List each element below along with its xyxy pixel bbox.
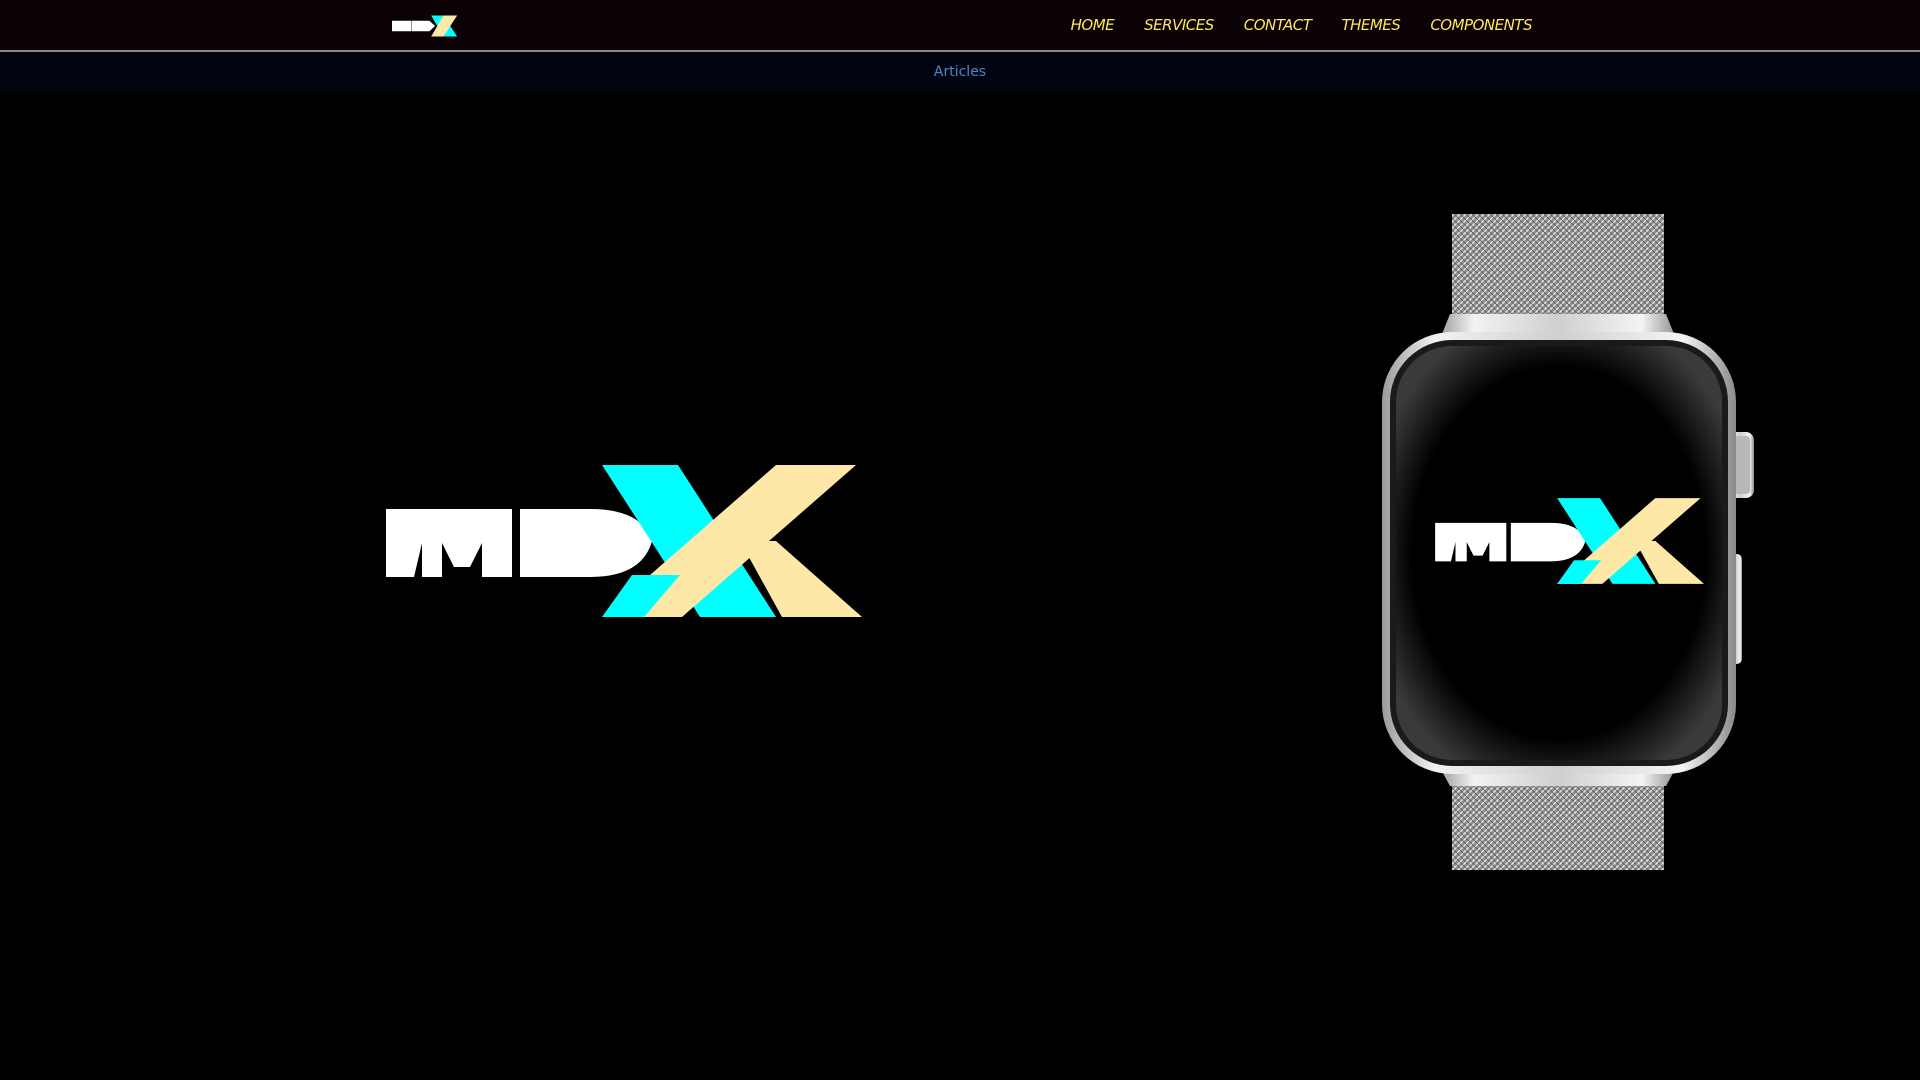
top-navbar: HOME SERVICES CONTACT THEMES COMPONENTS (0, 0, 1920, 52)
watch-band-top (1452, 214, 1664, 324)
main-menu: HOME SERVICES CONTACT THEMES COMPONENTS (1041, 0, 1533, 50)
nav-themes-link[interactable]: THEMES (1341, 16, 1400, 34)
logo-letter-m (386, 509, 512, 577)
nav-components-link[interactable]: COMPONENTS (1430, 16, 1532, 34)
logo-letter-d (520, 509, 652, 577)
nav-services-link[interactable]: SERVICES (1144, 16, 1214, 34)
mdx-hero-logo (386, 465, 862, 617)
watch-screen-logo (1435, 498, 1704, 584)
articles-link[interactable]: Articles (934, 64, 986, 80)
mdx-logo[interactable] (392, 14, 458, 38)
nav-contact-link[interactable]: CONTACT (1244, 16, 1312, 34)
nav-home-link[interactable]: HOME (1071, 16, 1115, 34)
sub-navbar: Articles (0, 52, 1920, 91)
